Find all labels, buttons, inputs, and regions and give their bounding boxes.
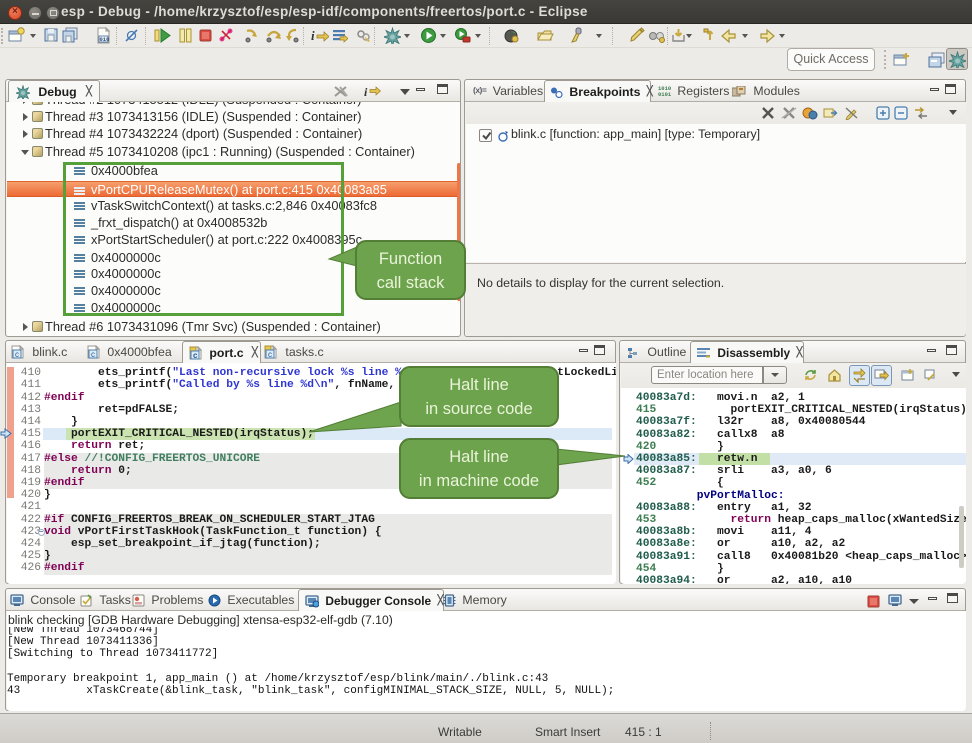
svg-text:c: c — [268, 350, 272, 359]
svg-text:c: c — [91, 350, 95, 359]
svg-text:c: c — [193, 351, 198, 360]
svg-text:0101: 0101 — [658, 91, 671, 97]
svg-text:c: c — [15, 350, 19, 359]
svg-text:010: 010 — [100, 36, 110, 43]
svg-text:i: i — [311, 28, 315, 43]
svg-text:i: i — [364, 85, 368, 99]
